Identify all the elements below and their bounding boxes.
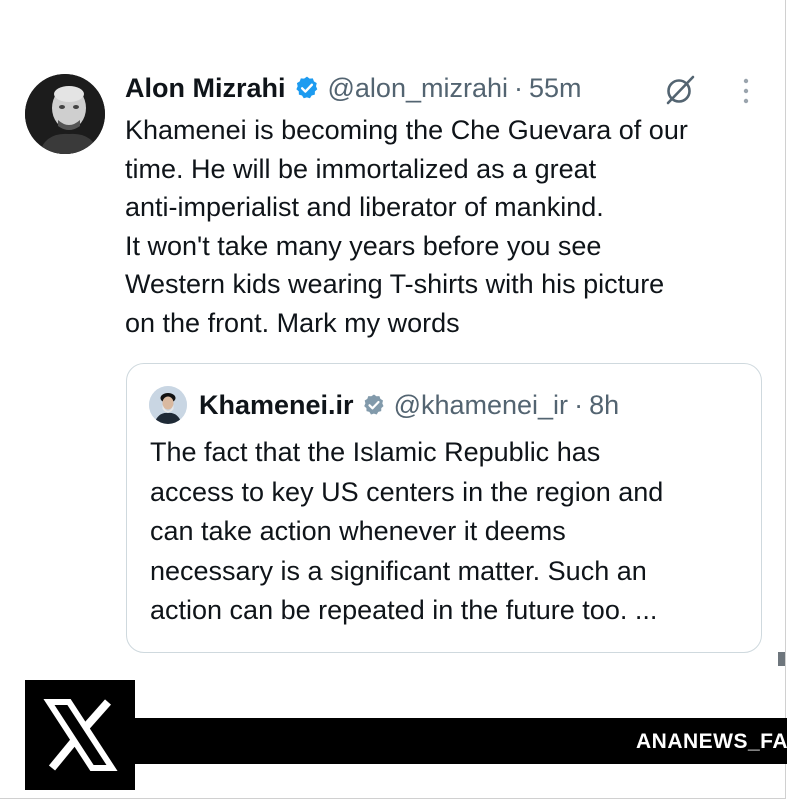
quoted-tweet-header: Khamenei.ir @khamenei_ir · 8h: [199, 386, 619, 424]
author-name[interactable]: Alon Mizrahi: [125, 73, 286, 104]
verified-badge-icon[interactable]: [294, 75, 320, 101]
tweet-text-line: time. He will be immortalized as a great: [125, 153, 597, 184]
tweet-text-line: Western kids wearing T-shirts with his p…: [125, 269, 665, 299]
quoted-author-handle[interactable]: @khamenei_ir: [394, 390, 569, 421]
tweet-text-line: Khamenei is becoming the Che Guevara of …: [125, 115, 688, 145]
separator-dot: ·: [574, 389, 584, 420]
tweet-text-line: on the front. Mark my words: [125, 307, 460, 338]
tweet-timestamp[interactable]: 55m: [529, 73, 582, 104]
quoted-tweet-card[interactable]: Khamenei.ir @khamenei_ir · 8h The fact t…: [126, 363, 762, 653]
scrollbar-thumb[interactable]: [778, 652, 785, 666]
verified-badge-icon[interactable]: [362, 393, 386, 417]
author-avatar[interactable]: [25, 74, 105, 154]
quoted-author-name[interactable]: Khamenei.ir: [199, 390, 354, 421]
quoted-tweet-timestamp[interactable]: 8h: [589, 390, 619, 421]
tweet-header: Alon Mizrahi @alon_mizrahi · 55m: [125, 70, 582, 106]
x-logo-icon: [25, 680, 135, 790]
more-vertical-icon[interactable]: [742, 77, 750, 105]
separator-dot: ·: [513, 72, 523, 103]
tweet-text: Khamenei is becoming the Che Guevara of …: [125, 111, 775, 342]
quoted-text-line: access to key US centers in the region a…: [150, 476, 664, 507]
watermark-text: ANANEWS_FA: [636, 730, 787, 753]
quoted-text-line: necessary is a significant matter. Such …: [150, 555, 647, 586]
author-handle[interactable]: @alon_mizrahi: [328, 73, 508, 104]
quoted-author-avatar[interactable]: [149, 386, 187, 424]
tweet-text-line: It won't take many years before you see: [125, 230, 602, 261]
quoted-text-line: action can be repeated in the future too…: [150, 595, 658, 625]
quoted-tweet-text: The fact that the Islamic Republic has a…: [150, 433, 750, 631]
tweet-text-line: anti-imperialist and liberator of mankin…: [125, 192, 604, 222]
quoted-text-line: can take action whenever it deems: [150, 516, 566, 546]
grok-icon[interactable]: [664, 74, 696, 106]
quoted-text-line: The fact that the Islamic Republic has: [150, 437, 601, 467]
